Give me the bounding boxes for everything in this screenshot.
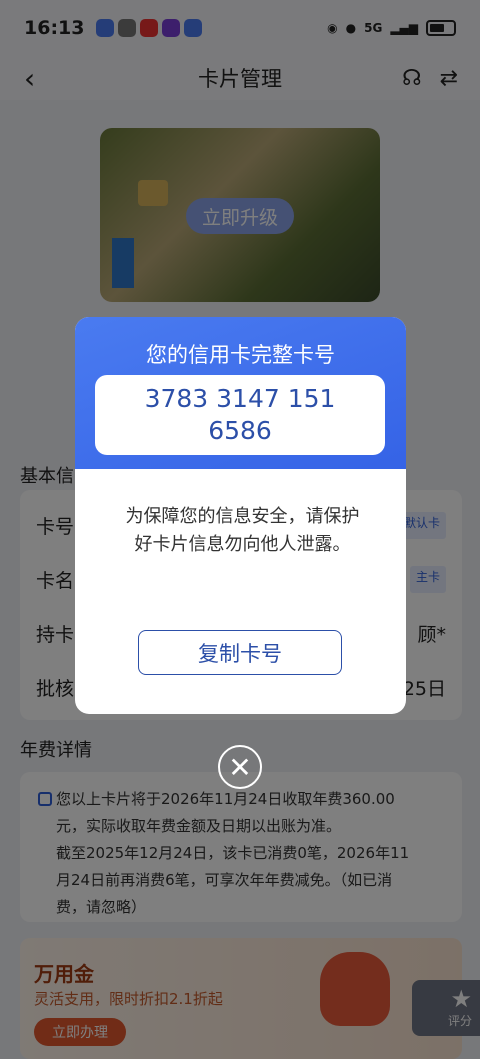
card-number-dialog: 您的信用卡完整卡号 3783 3147 151 6586 为保障您的信息安全，请… (75, 317, 406, 714)
security-notice: 为保障您的信息安全，请保护好卡片信息勿向他人泄露。 (125, 506, 360, 555)
copy-card-number-button[interactable]: 复制卡号 (138, 630, 342, 675)
close-icon[interactable]: ✕ (218, 745, 262, 789)
dialog-title: 您的信用卡完整卡号 (146, 343, 335, 367)
full-card-number: 3783 3147 151 6586 (95, 375, 385, 455)
